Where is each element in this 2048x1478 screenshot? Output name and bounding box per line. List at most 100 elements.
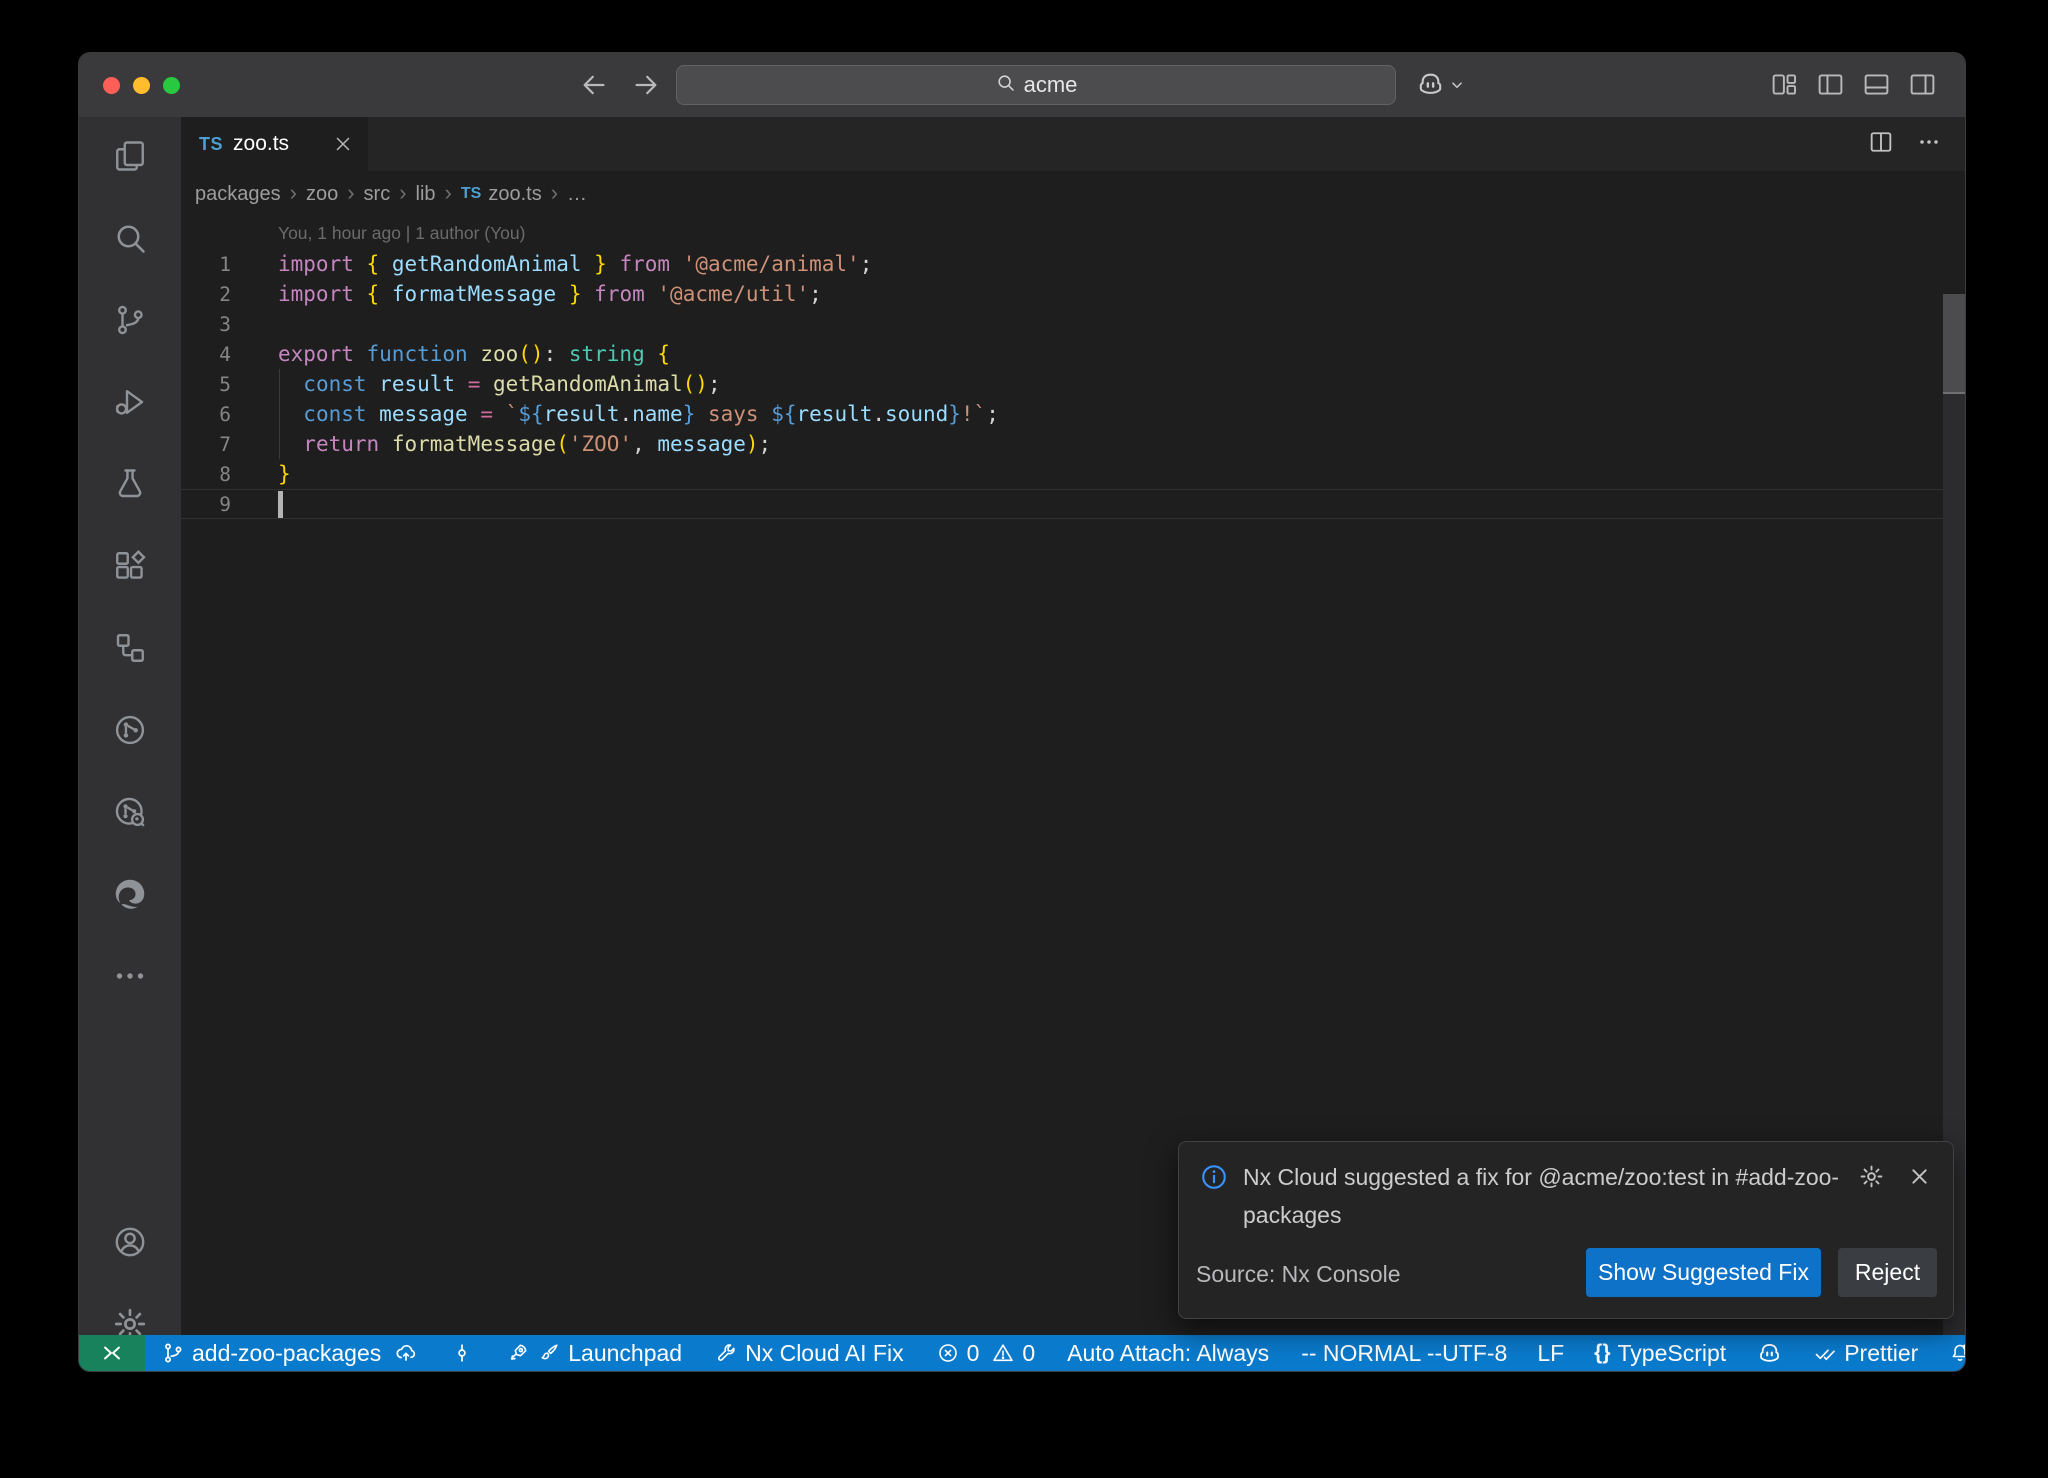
forward-icon[interactable] [631, 70, 661, 105]
typescript-file-icon: TS [461, 185, 481, 203]
titlebar: acme [79, 53, 1965, 117]
nx-console-icon[interactable] [107, 625, 153, 671]
language-mode-item[interactable]: {} TypeScript [1594, 1340, 1726, 1367]
breadcrumb-item[interactable]: zoo [306, 183, 338, 206]
vim-mode-item[interactable]: -- NORMAL -- [1301, 1340, 1442, 1367]
show-suggested-fix-button[interactable]: Show Suggested Fix [1586, 1248, 1821, 1297]
breadcrumb-item[interactable]: packages [195, 183, 281, 206]
graph-search-icon[interactable] [107, 789, 153, 835]
warning-count: 0 [1022, 1340, 1035, 1367]
code-line: 4export function zoo(): string { [181, 339, 1965, 369]
traffic-lights [103, 77, 180, 94]
copilot-icon [1415, 69, 1446, 100]
eol-item[interactable]: LF [1537, 1340, 1564, 1367]
toggle-sidebar-icon[interactable] [1816, 70, 1845, 104]
testing-icon[interactable] [107, 461, 153, 507]
vscode-window: acme [78, 52, 1966, 1372]
remote-icon [100, 1341, 124, 1365]
back-icon[interactable] [579, 70, 609, 105]
activity-bar [79, 117, 181, 1335]
wrench-icon [714, 1341, 738, 1365]
breadcrumb-file[interactable]: TS zoo.ts [461, 183, 542, 206]
code-line: 1import { getRandomAnimal } from '@acme/… [181, 249, 1965, 279]
notification-source: Source: Nx Console [1196, 1261, 1401, 1288]
source-control-icon[interactable] [107, 297, 153, 343]
branch-name: add-zoo-packages [192, 1340, 381, 1367]
formatter-item[interactable]: Prettier [1813, 1340, 1918, 1367]
remote-indicator[interactable] [79, 1335, 145, 1371]
typescript-file-icon: TS [199, 134, 223, 155]
text-cursor [278, 491, 283, 518]
extensions-icon[interactable] [107, 543, 153, 589]
chevron-down-icon [1448, 76, 1466, 94]
code-lines: 1import { getRandomAnimal } from '@acme/… [181, 249, 1965, 519]
search-value: acme [1024, 72, 1078, 98]
split-editor-icon[interactable] [1867, 128, 1895, 161]
breadcrumb-item[interactable]: lib [416, 183, 436, 206]
braces-icon: {} [1594, 1341, 1610, 1365]
notification-message: Nx Cloud suggested a fix for @acme/zoo:t… [1243, 1158, 1851, 1234]
code-line: 9 [181, 489, 1965, 519]
git-branch-icon [161, 1341, 185, 1365]
info-icon [1199, 1162, 1229, 1192]
code-line: 7 return formatMessage('ZOO', message); [181, 429, 1965, 459]
toggle-secondary-sidebar-icon[interactable] [1908, 70, 1937, 104]
breadcrumb-item[interactable]: src [364, 183, 391, 206]
double-check-icon [1813, 1341, 1837, 1365]
nx-fix-label: Nx Cloud AI Fix [745, 1340, 904, 1367]
code-line: 2import { formatMessage } from '@acme/ut… [181, 279, 1965, 309]
tab-label: zoo.ts [233, 132, 289, 156]
zoom-window-button[interactable] [163, 77, 180, 94]
toggle-panel-icon[interactable] [1862, 70, 1891, 104]
notification-dot [1963, 1344, 1966, 1349]
customize-layout-icon[interactable] [1770, 70, 1799, 104]
editor-group: TS zoo.ts [181, 117, 1965, 1335]
launchpad-item[interactable]: Launchpad [506, 1340, 682, 1367]
notification-toast: Nx Cloud suggested a fix for @acme/zoo:t… [1178, 1141, 1954, 1319]
notification-close-icon[interactable] [1906, 1163, 1933, 1190]
commit-graph-icon [450, 1341, 474, 1365]
code-line: 5 const result = getRandomAnimal(); [181, 369, 1965, 399]
project-graph-icon[interactable] [107, 707, 153, 753]
additional-views-icon[interactable] [107, 953, 153, 999]
search-icon [995, 72, 1016, 99]
minimize-window-button[interactable] [133, 77, 150, 94]
code-line: 3 [181, 309, 1965, 339]
close-window-button[interactable] [103, 77, 120, 94]
branch-indicator[interactable]: add-zoo-packages [161, 1340, 418, 1367]
account-icon[interactable] [107, 1219, 153, 1265]
auto-attach-item[interactable]: Auto Attach: Always [1067, 1340, 1269, 1367]
nx-cloud-fix-item[interactable]: Nx Cloud AI Fix [714, 1340, 904, 1367]
search-view-icon[interactable] [107, 215, 153, 261]
notifications-bell[interactable] [1948, 1341, 1966, 1365]
tab-zoo-ts[interactable]: TS zoo.ts [181, 117, 368, 171]
command-center-search[interactable]: acme [676, 65, 1396, 105]
explorer-icon[interactable] [107, 133, 153, 179]
code-line: 6 const message = `${result.name} says $… [181, 399, 1965, 429]
encoding-item[interactable]: UTF-8 [1442, 1340, 1507, 1367]
chevron-right-icon: › [347, 182, 354, 207]
paintbrush-icon [537, 1341, 561, 1365]
cloud-upload-icon [394, 1341, 418, 1365]
launchpad-label: Launchpad [568, 1340, 682, 1367]
notification-settings-gear-icon[interactable] [1858, 1163, 1885, 1190]
edge-devtools-icon[interactable] [107, 871, 153, 917]
status-bar: add-zoo-packages Launchpad Nx Cloud AI F… [79, 1335, 1965, 1371]
more-actions-icon[interactable] [1915, 128, 1943, 161]
problems-indicator[interactable]: 0 0 [936, 1340, 1036, 1367]
copilot-menu[interactable] [1415, 69, 1466, 100]
breadcrumb-overflow[interactable]: … [567, 183, 587, 206]
warning-icon [991, 1341, 1015, 1365]
tab-close-icon[interactable] [332, 133, 354, 155]
rocket-icon [506, 1341, 530, 1365]
scrollbar-thumb[interactable] [1943, 294, 1965, 394]
commit-indicator[interactable] [450, 1341, 474, 1365]
copilot-icon [1756, 1340, 1783, 1367]
copilot-status[interactable] [1756, 1340, 1783, 1367]
error-icon [936, 1341, 960, 1365]
tab-bar: TS zoo.ts [181, 117, 1965, 171]
reject-button[interactable]: Reject [1838, 1248, 1937, 1297]
git-blame-annotation: You, 1 hour ago | 1 author (You) [278, 217, 525, 249]
run-debug-icon[interactable] [107, 379, 153, 425]
screen: acme [0, 0, 2048, 1478]
